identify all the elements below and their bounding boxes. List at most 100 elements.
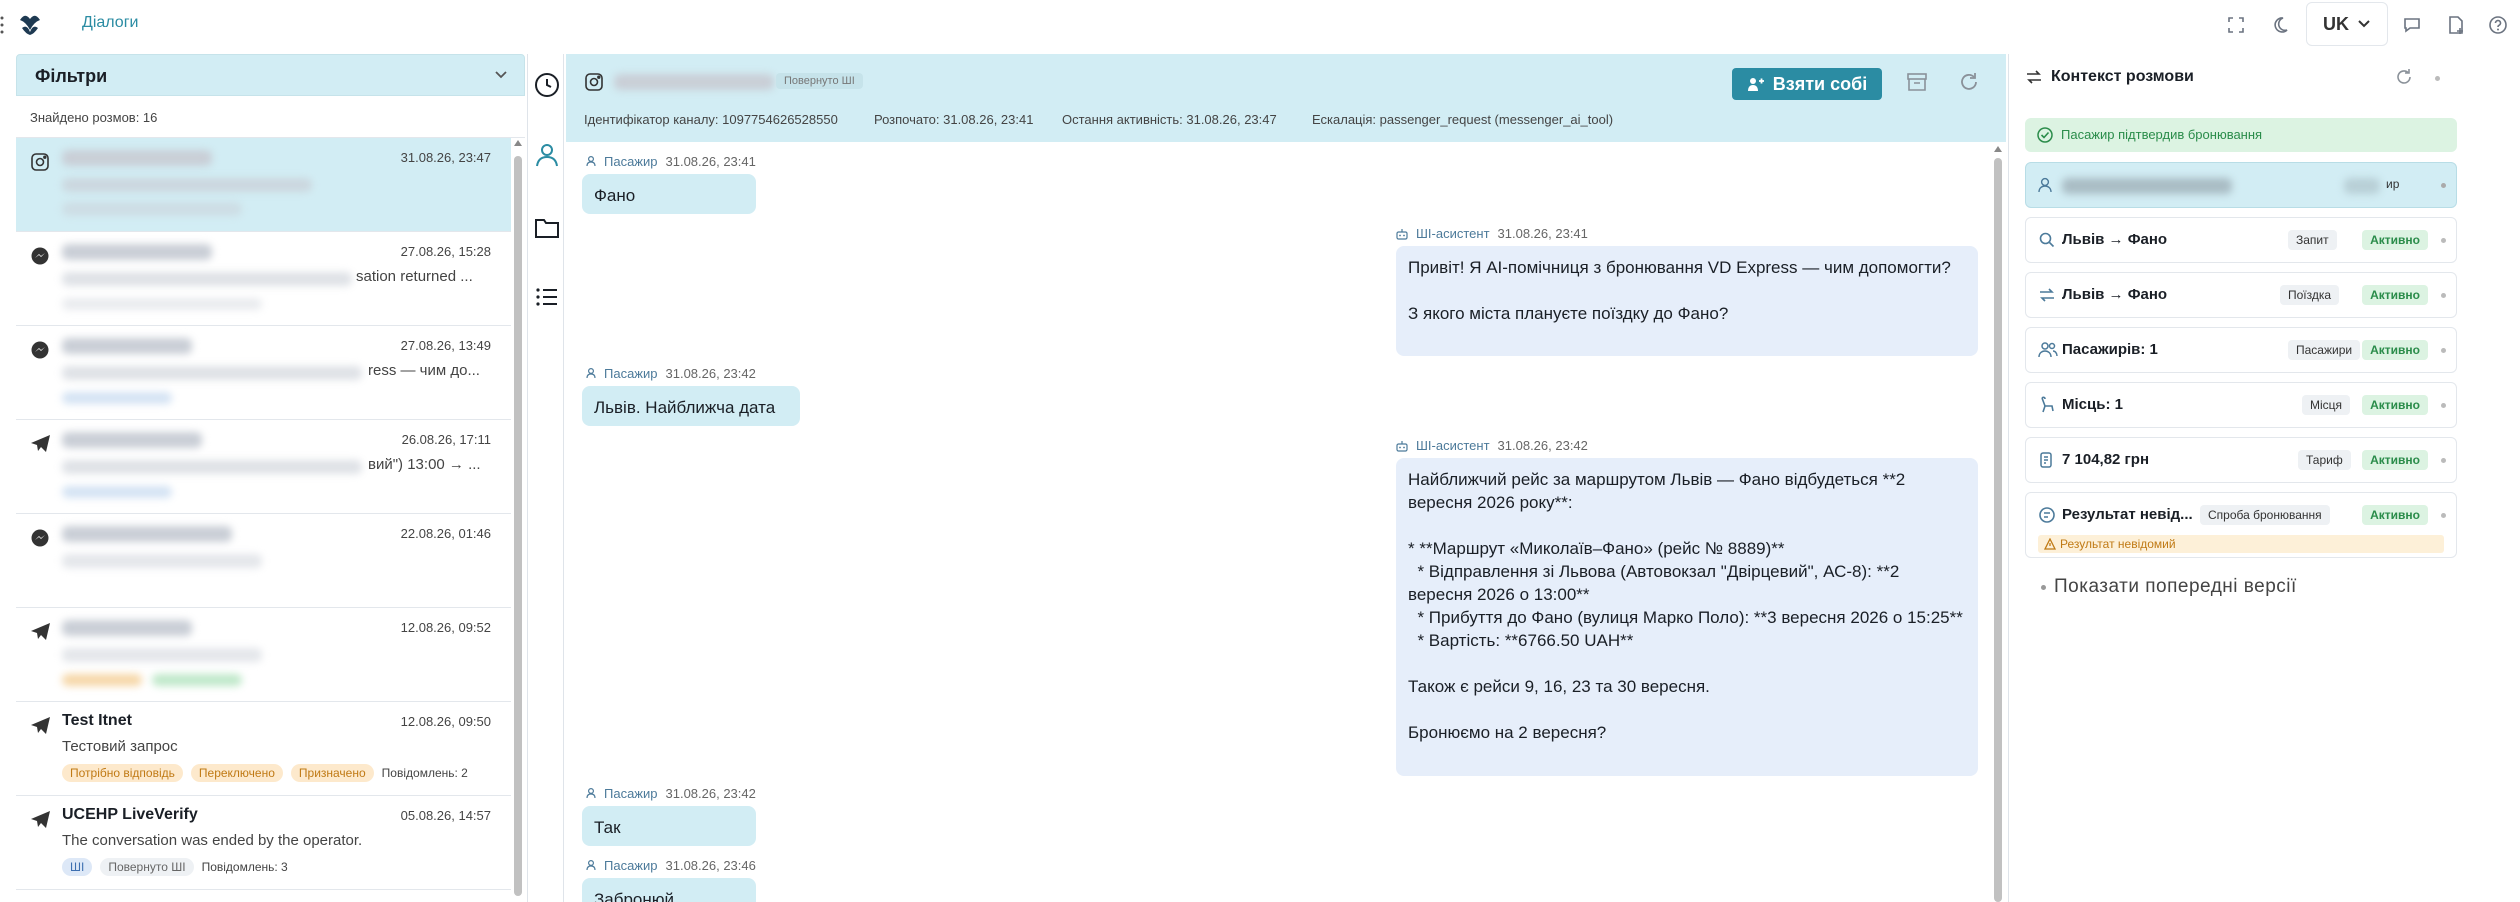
context-item-fare[interactable]: 7 104,82 грн Тариф Активно: [2025, 437, 2457, 483]
blurred-contact-name: [614, 74, 774, 90]
refresh-icon[interactable]: [2395, 68, 2413, 86]
filters-header[interactable]: Фільтри: [16, 54, 525, 96]
card-menu-dot[interactable]: [2441, 513, 2446, 518]
filters-title: Фільтри: [35, 66, 108, 86]
blurred-tags: [62, 298, 262, 310]
context-item-label: Львів → Фано: [2062, 231, 2168, 248]
list-item[interactable]: 31.08.26, 23:47: [16, 138, 511, 232]
bullet-dot: [2041, 584, 2046, 590]
blurred-tags: [62, 392, 172, 404]
folder-icon[interactable]: [534, 216, 560, 240]
context-item-type: Запит: [2288, 230, 2337, 250]
conversation-date: 27.08.26, 15:28: [400, 244, 491, 259]
sender-name: Пасажир: [604, 154, 658, 169]
user-icon: [586, 860, 596, 871]
language-select[interactable]: UK: [2306, 2, 2388, 46]
conversation-date: 27.08.26, 13:49: [400, 338, 491, 353]
archive-icon[interactable]: [1906, 71, 1928, 93]
returned-badge: Повернуто ШІ: [776, 73, 863, 89]
found-count: Знайдено розмов: 16: [16, 98, 525, 138]
passenger-message: Фано: [582, 174, 756, 214]
status-badge: Активно: [2362, 340, 2428, 360]
take-button-label: Взяти собі: [1772, 73, 1868, 94]
side-nav: [527, 54, 564, 902]
context-item-type: Пасажири: [2288, 340, 2361, 360]
message-time: 31.08.26, 23:41: [1497, 226, 1588, 241]
fullscreen-icon[interactable]: [2222, 11, 2250, 39]
message-sender: Пасажир 31.08.26, 23:42: [586, 366, 756, 381]
blurred-preview: [62, 178, 312, 192]
app-logo[interactable]: [16, 10, 44, 38]
user-icon: [586, 788, 596, 799]
sidebar-toggle-icon[interactable]: [0, 15, 4, 35]
card-menu-dot[interactable]: [2441, 348, 2446, 353]
blurred-name: [62, 338, 192, 354]
telegram-icon: [30, 434, 52, 456]
blurred-name: [62, 150, 212, 166]
list-item[interactable]: 26.08.26, 17:11 вий") 13:00 → ...: [16, 420, 511, 514]
user-icon[interactable]: [535, 142, 559, 168]
show-previous-label: Показати попередні версії: [2054, 576, 2297, 597]
warning-text: Результат невідомий: [2060, 537, 2176, 551]
help-icon[interactable]: [2484, 11, 2512, 39]
list-item[interactable]: 27.08.26, 13:49 ress — чим до...: [16, 326, 511, 420]
context-item-type: Місця: [2302, 395, 2351, 415]
booking-result-warning: Результат невідомий: [2038, 535, 2444, 553]
conversation-date: 22.08.26, 01:46: [400, 526, 491, 541]
context-item-seats[interactable]: Місць: 1 Місця Активно: [2025, 382, 2457, 428]
notes-add-icon[interactable]: [2442, 11, 2470, 39]
context-item-label: Місць: 1: [2062, 396, 2123, 413]
chevron-down-icon: [494, 70, 508, 80]
context-item-passengers[interactable]: Пасажирів: 1 Пасажири Активно: [2025, 327, 2457, 373]
context-title: Контекст розмови: [2051, 68, 2194, 85]
card-menu-dot[interactable]: [2441, 458, 2446, 463]
conversation-name: Test Itnet: [62, 712, 132, 729]
language-value: UK: [2323, 13, 2349, 34]
context-item-label: Львів → Фано: [2062, 286, 2168, 303]
card-menu-dot[interactable]: [2441, 238, 2446, 243]
status-badge: Повернуто ШІ: [100, 858, 194, 876]
list-scrollbar[interactable]: [511, 136, 525, 902]
sender-name: Пасажир: [604, 858, 658, 873]
card-menu-dot[interactable]: [2441, 403, 2446, 408]
take-conversation-button[interactable]: Взяти собі: [1732, 68, 1882, 100]
context-item-trip[interactable]: Львів → Фано Поїздка Активно: [2025, 272, 2457, 318]
list-icon[interactable]: [535, 286, 559, 308]
fare-icon: [2038, 451, 2058, 471]
list-item[interactable]: 27.08.26, 15:28 sation returned ...: [16, 232, 511, 326]
passenger-card[interactable]: ир: [2025, 162, 2457, 208]
conversation-preview: ress — чим до...: [368, 362, 480, 379]
context-item-booking-attempt[interactable]: Результат невід... Спроба бронювання Акт…: [2025, 492, 2457, 558]
conversation-preview: The conversation was ended by the operat…: [62, 832, 363, 849]
show-previous-versions[interactable]: Показати попередні версії: [2041, 576, 2297, 598]
context-item-label: Пасажирів: 1: [2062, 341, 2158, 358]
dark-mode-icon[interactable]: [2266, 11, 2294, 39]
context-item-label: 7 104,82 грн: [2062, 451, 2150, 468]
card-menu-dot[interactable]: [2441, 293, 2446, 298]
list-item[interactable]: 22.08.26, 01:46: [16, 514, 511, 608]
blurred-tags: [62, 486, 172, 498]
message-sender: Пасажир 31.08.26, 23:41: [586, 154, 756, 169]
telegram-icon: [30, 716, 52, 738]
chat-icon[interactable]: [2398, 11, 2426, 39]
card-menu-dot[interactable]: [2441, 183, 2446, 188]
blurred-tags: [62, 202, 242, 216]
refresh-icon[interactable]: [1958, 71, 1980, 93]
passenger-message: Львів. Найближча дата: [582, 386, 800, 426]
status-badge: Активно: [2362, 395, 2428, 415]
robot-icon: [1396, 228, 1408, 240]
collapse-dot[interactable]: [2435, 76, 2440, 81]
message-time: 31.08.26, 23:42: [665, 786, 756, 801]
chat-scrollbar[interactable]: [1992, 142, 2004, 902]
passenger-role-label: ир: [2386, 177, 2400, 191]
list-item[interactable]: UCEHP LiveVerify 05.08.26, 14:57 The con…: [16, 796, 511, 890]
nav-dialogs-link[interactable]: Діалоги: [82, 14, 138, 32]
conversation-tags: Потрібно відповідь Переключено Призначен…: [62, 764, 468, 782]
context-item-type: Поїздка: [2280, 285, 2340, 305]
list-item[interactable]: Test Itnet 12.08.26, 09:50 Тестовий запр…: [16, 702, 511, 796]
history-icon[interactable]: [534, 72, 560, 98]
chat-header: Повернуто ШІ Взяти собі Ідентифікатор ка…: [566, 54, 2006, 142]
conversation-date: 26.08.26, 17:11: [401, 432, 491, 447]
context-item-request[interactable]: Львів → Фано Запит Активно: [2025, 217, 2457, 263]
list-item[interactable]: 12.08.26, 09:52: [16, 608, 511, 702]
